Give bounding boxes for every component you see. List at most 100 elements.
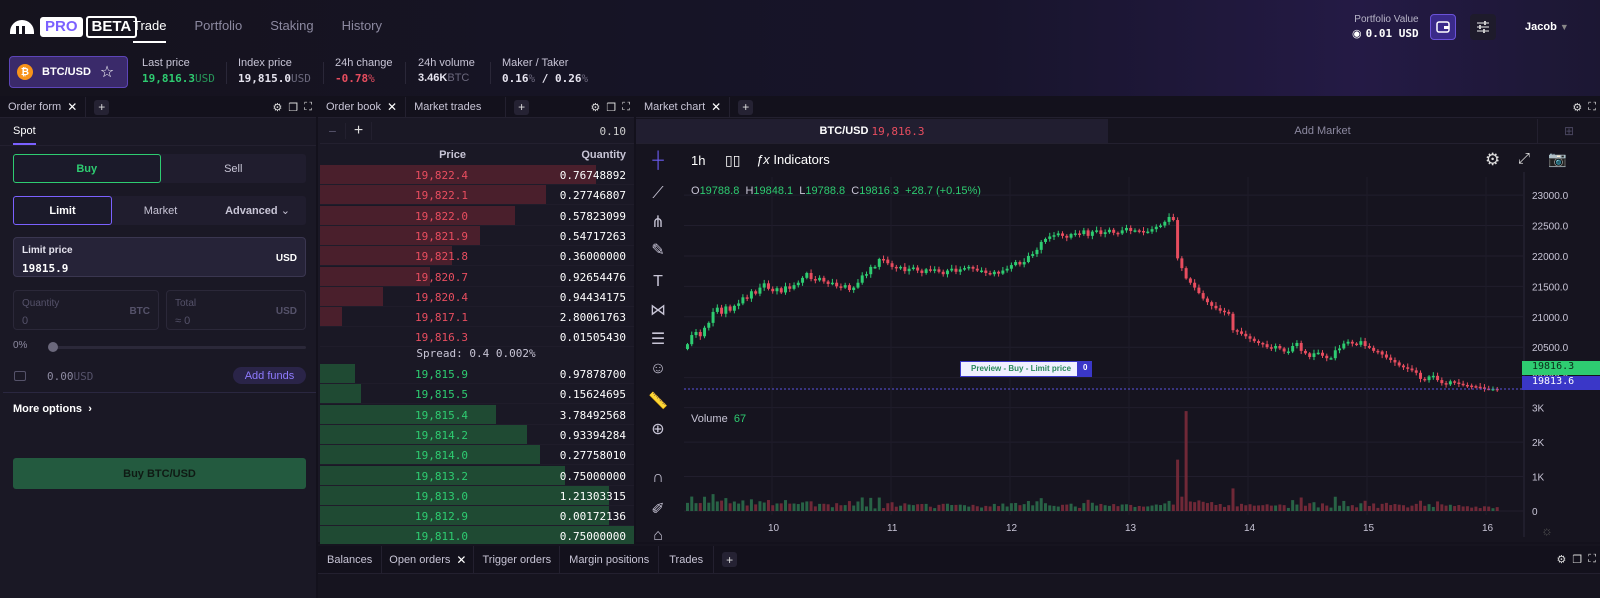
tab-trigger-orders[interactable]: Trigger orders (474, 545, 561, 574)
bid-row[interactable]: 19,813.0 1.21303315 (320, 485, 634, 506)
close-icon[interactable]: ✕ (67, 100, 77, 114)
tab-spot[interactable]: Spot (13, 125, 36, 145)
lock-drawing-icon[interactable]: ✐ (646, 497, 670, 521)
chart-settings-icon[interactable]: ⚙ (1485, 150, 1500, 170)
brush-icon[interactable]: ✎ (646, 238, 670, 262)
ask-row[interactable]: 19,820.7 0.92654476 (320, 266, 634, 287)
ask-row[interactable]: 19,822.0 0.57823099 (320, 205, 634, 226)
popout-icon[interactable]: ❐ (1572, 553, 1582, 566)
tab-open-orders[interactable]: Open orders ✕ (382, 545, 475, 574)
user-menu[interactable]: Jacob ▼ (1525, 21, 1569, 33)
add-market-button[interactable]: Add Market (1108, 119, 1538, 143)
bid-row[interactable]: 19,815.5 0.15624695 (320, 384, 634, 405)
camera-icon[interactable]: 📷 (1548, 150, 1567, 168)
tab-balances[interactable]: Balances (318, 545, 383, 574)
eye-icon[interactable]: ◉ (1352, 28, 1362, 40)
total-input[interactable]: ≈ 0 (175, 315, 190, 327)
slider-handle[interactable] (48, 342, 58, 352)
decrease-grouping-button[interactable]: − (320, 123, 346, 139)
gear-icon[interactable]: ⚙ (1557, 553, 1567, 566)
zoom-in-icon[interactable]: ⊕ (646, 417, 670, 441)
order-preview-label[interactable]: Preview - Buy - Limit price 0 (960, 361, 1093, 377)
nav-portfolio[interactable]: Portfolio (194, 18, 242, 43)
trend-line-icon[interactable]: ⟋ (646, 182, 670, 206)
limit-price-input[interactable]: 19815.9 (22, 262, 68, 275)
popout-icon[interactable]: ❐ (288, 101, 298, 114)
settings-sliders-button[interactable] (1470, 14, 1496, 40)
portfolio-value: Portfolio Value ◉ 0.01 USD (1352, 14, 1419, 40)
ask-row[interactable]: 19,822.1 0.27746807 (320, 185, 634, 206)
add-tab-button[interactable]: + (738, 99, 754, 115)
quantity-field[interactable]: Quantity 0 BTC (13, 290, 159, 330)
ask-row[interactable]: 19,820.4 0.94434175 (320, 286, 634, 307)
tab-trades[interactable]: Trades (659, 545, 715, 574)
tab-market-trades[interactable]: Market trades (406, 96, 507, 118)
quantity-input[interactable]: 0 (22, 315, 28, 327)
wallet-button[interactable] (1430, 14, 1456, 40)
candle-type-icon[interactable]: ▯▯ (725, 152, 740, 169)
magnet-icon[interactable]: ∩ (646, 466, 670, 490)
bid-row[interactable]: 19,815.4 3.78492568 (320, 404, 634, 425)
add-tab-button[interactable]: + (94, 99, 110, 115)
tab-margin-positions[interactable]: Margin positions (560, 545, 660, 574)
add-tab-button[interactable]: + (722, 552, 738, 567)
fullscreen-icon[interactable]: ⤢ (1518, 150, 1530, 167)
chart-theme-icon[interactable]: ☼ (1541, 523, 1553, 538)
fullscreen-icon[interactable]: ⛶ (304, 101, 312, 114)
ask-row[interactable]: 19,822.4 0.76748892 (320, 165, 634, 185)
kraken-pro-logo[interactable]: PRO BETA (10, 16, 138, 38)
measure-range-icon[interactable]: ☰ (646, 327, 670, 351)
gear-icon[interactable]: ⚙ (273, 101, 283, 114)
limit-price-field[interactable]: Limit price 19815.9 USD (13, 237, 306, 277)
market-button[interactable]: Market (112, 196, 209, 225)
bid-row[interactable]: 19,813.2 0.75000000 (320, 465, 634, 486)
ask-row[interactable]: 19,817.1 2.80061763 (320, 307, 634, 328)
ruler-icon[interactable]: 📏 (646, 389, 670, 413)
popout-icon[interactable]: ❐ (606, 101, 616, 114)
candle-body (963, 268, 966, 270)
close-icon[interactable]: ✕ (711, 100, 721, 114)
tab-order-book[interactable]: Order book ✕ (318, 96, 407, 118)
nav-staking[interactable]: Staking (270, 18, 313, 43)
crosshair-icon[interactable]: ┼ (646, 149, 670, 173)
buy-button[interactable]: Buy (13, 154, 161, 183)
nav-trade[interactable]: Trade (133, 18, 167, 43)
pattern-icon[interactable]: ⋈ (646, 298, 670, 322)
fullscreen-icon[interactable]: ⛶ (622, 101, 630, 114)
sell-button[interactable]: Sell (161, 154, 307, 183)
pitchfork-icon[interactable]: ⋔ (646, 210, 670, 234)
gear-icon[interactable]: ⚙ (591, 101, 601, 114)
interval-selector[interactable]: 1h (691, 153, 705, 168)
market-tab-btcusd[interactable]: BTC/USD 19,816.3 (636, 119, 1108, 143)
add-tab-button[interactable]: + (514, 99, 530, 115)
increase-grouping-button[interactable]: + (346, 122, 372, 140)
tab-order-form[interactable]: Order form ✕ (0, 96, 87, 118)
favorite-star-icon[interactable]: ☆ (100, 62, 114, 82)
close-icon[interactable]: ✕ (456, 553, 466, 567)
indicators-button[interactable]: ƒx Indicators (756, 152, 830, 167)
limit-button[interactable]: Limit (13, 196, 112, 225)
bid-row[interactable]: 19,814.0 0.27758010 (320, 445, 634, 466)
buy-submit-button[interactable]: Buy BTC/USD (13, 458, 306, 489)
nav-history[interactable]: History (342, 18, 382, 43)
pair-selector[interactable]: ₿ BTC/USD ☆ (9, 56, 128, 88)
ask-row[interactable]: 19,821.8 0.36000000 (320, 246, 634, 267)
bid-row[interactable]: 19,815.9 0.97878700 (320, 364, 634, 384)
layout-grid-icon[interactable]: ⊞ (1538, 119, 1600, 143)
more-options-toggle[interactable]: More options › (13, 403, 92, 415)
emoji-icon[interactable]: ☺ (646, 357, 670, 381)
bid-row[interactable]: 19,814.2 0.93394284 (320, 424, 634, 445)
tab-market-chart[interactable]: Market chart ✕ (636, 96, 731, 118)
fullscreen-icon[interactable]: ⛶ (1588, 553, 1596, 566)
advanced-dropdown[interactable]: Advanced ⌄ (209, 196, 306, 225)
gear-icon[interactable]: ⚙ (1572, 101, 1582, 114)
text-icon[interactable]: T (646, 270, 670, 294)
ask-row[interactable]: 19,821.9 0.54717263 (320, 225, 634, 246)
close-icon[interactable]: ✕ (387, 100, 397, 114)
total-field[interactable]: Total ≈ 0 USD (166, 290, 306, 330)
bid-row[interactable]: 19,812.9 0.00172136 (320, 506, 634, 527)
amount-slider[interactable] (52, 346, 306, 349)
ask-row[interactable]: 19,816.3 0.01505430 (320, 327, 634, 348)
add-funds-button[interactable]: Add funds (233, 367, 306, 384)
fullscreen-icon[interactable]: ⛶ (1588, 101, 1596, 114)
